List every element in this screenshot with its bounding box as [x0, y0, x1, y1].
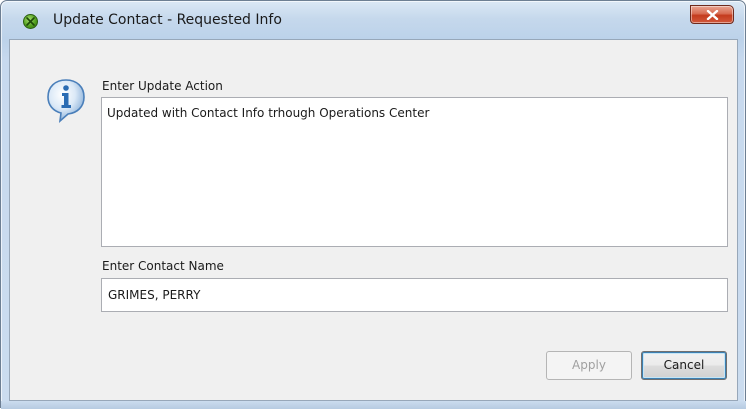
app-icon: [23, 14, 38, 29]
cancel-button[interactable]: Cancel: [641, 351, 727, 380]
dialog-window: Update Contact - Requested Info Enter Up…: [0, 0, 746, 409]
window-title: Update Contact - Requested Info: [53, 12, 282, 28]
information-icon: [47, 79, 85, 123]
close-button[interactable]: [690, 5, 734, 24]
contact-name-field[interactable]: GRIMES, PERRY: [101, 278, 728, 312]
title-bar[interactable]: Update Contact - Requested Info: [1, 1, 746, 39]
dialog-body: Enter Update Action Updated with Contact…: [9, 39, 738, 401]
update-action-label: Enter Update Action: [102, 79, 223, 93]
apply-button[interactable]: Apply: [546, 351, 632, 380]
update-action-textarea[interactable]: Updated with Contact Info trhough Operat…: [101, 97, 728, 247]
contact-name-label: Enter Contact Name: [102, 259, 224, 273]
close-icon: [706, 10, 719, 20]
